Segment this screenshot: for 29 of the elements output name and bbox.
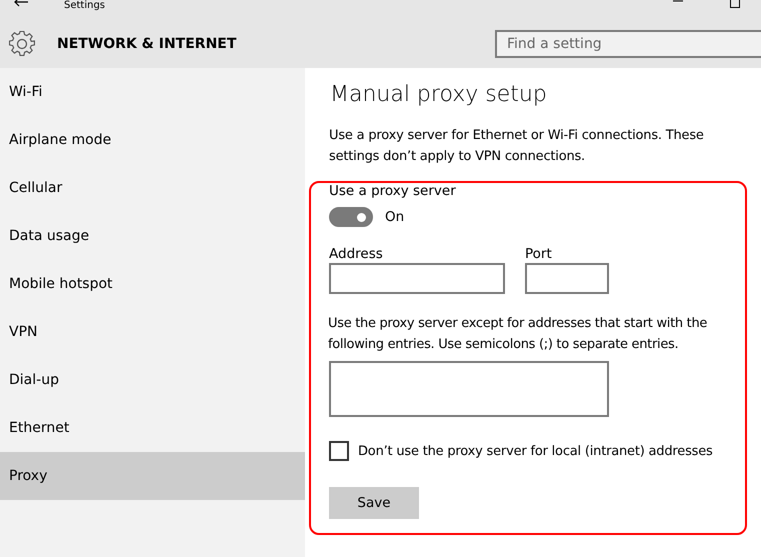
save-button[interactable]: Save — [329, 487, 419, 519]
toggle-state: On — [385, 209, 404, 225]
description-text: Use a proxy server for Ethernet or Wi-Fi connections. These settings don’t apply to VPN connections. — [329, 127, 705, 166]
page-title: Manual proxy setup — [330, 82, 548, 107]
checkbox[interactable] — [329, 441, 349, 461]
maximize-icon[interactable] — [729, 0, 741, 8]
sidebar-item[interactable]: Cellular — [0, 164, 305, 212]
exceptions-label: Use the proxy server except for addresses that start with the following entries. Use semicolons (;) to separate entries. — [328, 315, 708, 354]
checkbox-label: Don’t use the proxy server for local (intranet) addresses — [358, 444, 713, 458]
sidebar-item[interactable]: Mobile hotspot — [0, 260, 305, 308]
address-field[interactable] — [329, 263, 505, 294]
toggle-label: Use a proxy server — [329, 183, 456, 199]
back-arrow-icon[interactable] — [14, 0, 28, 7]
sidebar-item[interactable]: Data usage — [0, 212, 305, 260]
toggle-switch[interactable] — [329, 207, 373, 227]
search-field[interactable]: Find a setting — [495, 30, 761, 58]
window-title: Settings — [64, 0, 106, 12]
sidebar-item[interactable]: Airplane mode — [0, 116, 305, 164]
sidebar-item[interactable]: Proxy — [0, 452, 305, 500]
port-field[interactable] — [525, 263, 609, 294]
section-title: NETWORK & INTERNET — [57, 36, 236, 52]
sidebar-item[interactable]: Wi-Fi — [0, 68, 305, 116]
sidebar-item[interactable]: Dial-up — [0, 356, 305, 404]
port-label: Port — [525, 245, 552, 263]
settings-icon — [9, 31, 35, 57]
address-label: Address — [329, 245, 383, 263]
exceptions-field[interactable] — [329, 361, 609, 417]
sidebar-item[interactable]: Ethernet — [0, 404, 305, 452]
sidebar-item[interactable]: VPN — [0, 308, 305, 356]
